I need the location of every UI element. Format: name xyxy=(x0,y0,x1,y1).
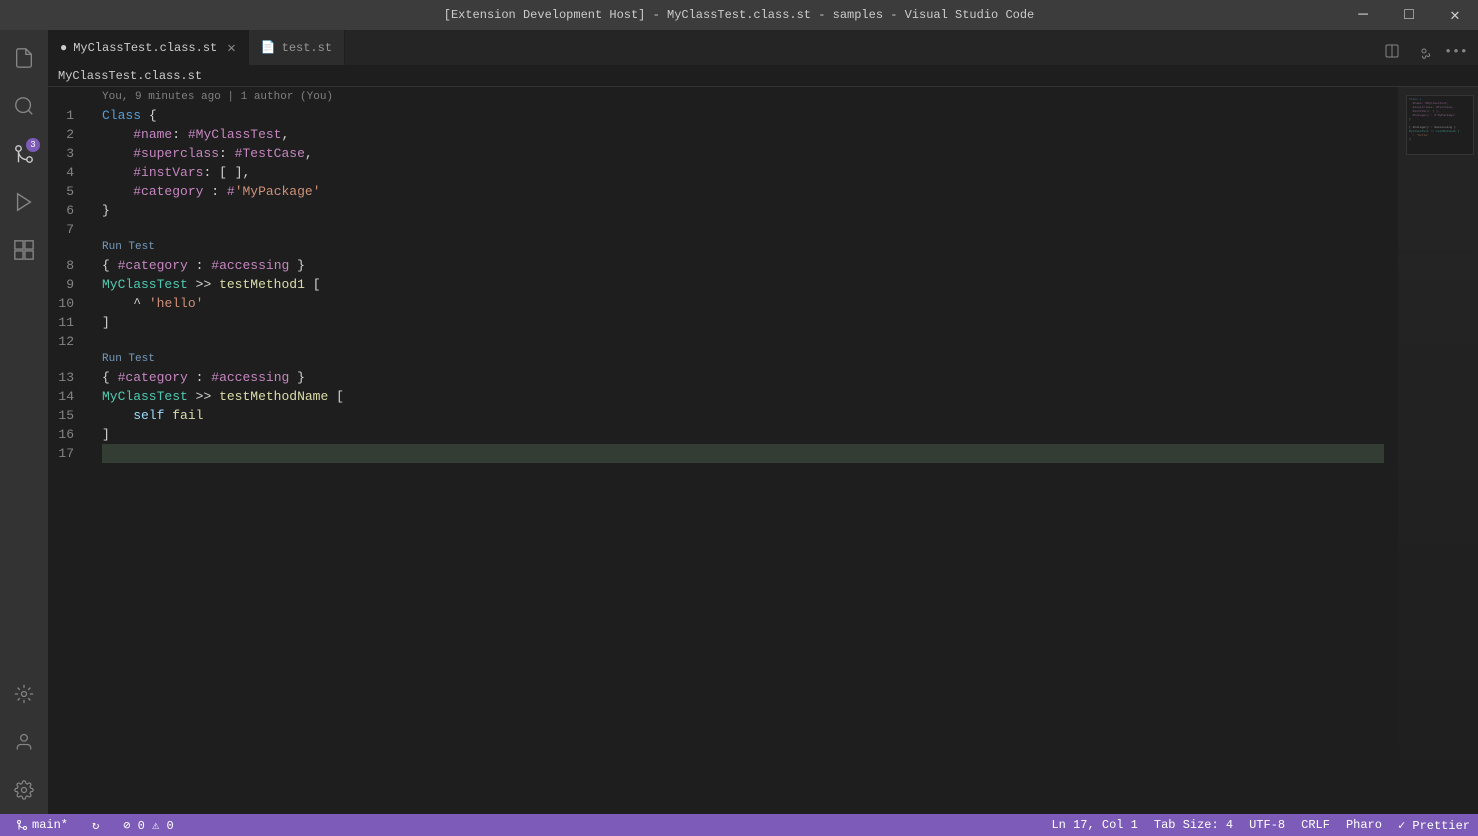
source-control-badge: 3 xyxy=(26,138,40,152)
tab-label-2: test.st xyxy=(282,41,332,55)
line-number-16: 16 xyxy=(48,425,86,444)
status-formatter[interactable]: ✓ Prettier xyxy=(1390,814,1478,836)
tab-close-1[interactable]: ✕ xyxy=(227,40,235,57)
status-position[interactable]: Ln 17, Col 1 xyxy=(1043,814,1145,836)
activity-icon-files[interactable] xyxy=(0,34,48,82)
line-number-2: 2 xyxy=(48,125,86,144)
code-line-1: Class { xyxy=(102,106,1384,125)
tab-size: Tab Size: 4 xyxy=(1154,818,1233,832)
code-line-7 xyxy=(102,220,1384,239)
minimize-button[interactable]: ─ xyxy=(1340,0,1386,30)
activity-icon-remote[interactable] xyxy=(0,670,48,718)
line-number-7: 7 xyxy=(48,220,86,239)
code-line-15: self fail xyxy=(102,406,1384,425)
minimap-preview: Class { #name: #MyClassTest, #superclass… xyxy=(1406,95,1474,155)
warnings-count: ⚠ 0 xyxy=(152,818,174,833)
tab-icon-1: ● xyxy=(60,41,67,55)
code-line-2: #name: #MyClassTest, xyxy=(102,125,1384,144)
line-number-5: 5 xyxy=(48,182,86,201)
status-sync[interactable]: ↻ xyxy=(84,814,107,836)
line-number-9: 9 xyxy=(48,275,86,294)
status-tab-size[interactable]: Tab Size: 4 xyxy=(1146,814,1241,836)
editor-area: ● MyClassTest.class.st ✕ 📄 test.st ••• xyxy=(48,30,1478,814)
activity-icon-debug[interactable] xyxy=(0,178,48,226)
branch-name: main* xyxy=(32,818,68,832)
tab-testst[interactable]: 📄 test.st xyxy=(249,30,345,65)
line-number-13: 13 xyxy=(48,368,86,387)
status-branch[interactable]: main* xyxy=(8,814,76,836)
status-right: Ln 17, Col 1 Tab Size: 4 UTF-8 CRLF Phar… xyxy=(1043,814,1478,836)
run-test-link[interactable]: Run Test xyxy=(102,239,1384,256)
code-line-4: #instVars: [ ], xyxy=(102,163,1384,182)
status-errors[interactable]: ⊘ 0 ⚠ 0 xyxy=(115,814,181,836)
line-number-14: 14 xyxy=(48,387,86,406)
line-number-15: 15 xyxy=(48,406,86,425)
split-editor-button[interactable] xyxy=(1378,37,1406,65)
activity-icon-account[interactable] xyxy=(0,718,48,766)
line-number-12: 12 xyxy=(48,332,86,351)
maximize-button[interactable]: □ xyxy=(1386,0,1432,30)
code-line-12 xyxy=(102,332,1384,351)
line-number-8: 8 xyxy=(48,256,86,275)
code-line-17 xyxy=(102,444,1384,463)
line-number-4: 4 xyxy=(48,163,86,182)
code-line-5: #category : #'MyPackage' xyxy=(102,182,1384,201)
code-line-10: ^ 'hello' xyxy=(102,294,1384,313)
code-line-9: MyClassTest >> testMethod1 [ xyxy=(102,275,1384,294)
activity-icon-settings[interactable] xyxy=(0,766,48,814)
line-number-6: 6 xyxy=(48,201,86,220)
line-ending: CRLF xyxy=(1301,818,1330,832)
status-encoding[interactable]: UTF-8 xyxy=(1241,814,1293,836)
code-line-14: MyClassTest >> testMethodName [ xyxy=(102,387,1384,406)
titlebar-controls: ─ □ ✕ xyxy=(1340,0,1478,30)
breadcrumb: MyClassTest.class.st xyxy=(48,65,1478,87)
code-line-6: } xyxy=(102,201,1384,220)
line-number-17: 17 xyxy=(48,444,86,463)
status-bar: main* ↻ ⊘ 0 ⚠ 0 Ln 17, Col 1 Tab Size: 4… xyxy=(0,814,1478,836)
line-number-1: 1 xyxy=(48,106,86,125)
line-number-3: 3 xyxy=(48,144,86,163)
activity-icon-search[interactable] xyxy=(0,82,48,130)
tab-myclasstest[interactable]: ● MyClassTest.class.st ✕ xyxy=(48,30,249,65)
status-line-ending[interactable]: CRLF xyxy=(1293,814,1338,836)
more-actions-button[interactable]: ••• xyxy=(1442,37,1470,65)
scrollbar-track[interactable] xyxy=(1384,87,1398,814)
titlebar: [Extension Development Host] - MyClassTe… xyxy=(0,0,1478,30)
toggle-settings-button[interactable] xyxy=(1410,37,1438,65)
cursor-position: Ln 17, Col 1 xyxy=(1051,818,1137,832)
code-line-13: { #category : #accessing } xyxy=(102,368,1384,387)
line-number-11: 11 xyxy=(48,313,86,332)
run-test-link[interactable]: Run Test xyxy=(102,351,1384,368)
close-button[interactable]: ✕ xyxy=(1432,0,1478,30)
code-line-3: #superclass: #TestCase, xyxy=(102,144,1384,163)
code-line-16: ] xyxy=(102,425,1384,444)
activity-bar: 3 xyxy=(0,30,48,814)
editor-content: 1234567891011121314151617 You, 9 minutes… xyxy=(48,87,1478,814)
code-line-8: { #category : #accessing } xyxy=(102,256,1384,275)
activity-icon-extensions[interactable] xyxy=(0,226,48,274)
sync-icon: ↻ xyxy=(92,818,99,833)
status-language[interactable]: Pharo xyxy=(1338,814,1390,836)
tab-bar: ● MyClassTest.class.st ✕ 📄 test.st ••• xyxy=(48,30,1478,65)
code-line-11: ] xyxy=(102,313,1384,332)
line-number-10: 10 xyxy=(48,294,86,313)
formatter: ✓ Prettier xyxy=(1398,818,1470,833)
errors-count: ⊘ 0 xyxy=(123,818,145,833)
titlebar-title: [Extension Development Host] - MyClassTe… xyxy=(444,8,1035,22)
app-body: 3 xyxy=(0,30,1478,814)
minimap-content: Class { #name: #MyClassTest, #superclass… xyxy=(1398,87,1478,814)
language: Pharo xyxy=(1346,818,1382,832)
minimap: Class { #name: #MyClassTest, #superclass… xyxy=(1398,87,1478,814)
tab-label-1: MyClassTest.class.st xyxy=(73,41,217,55)
code-area[interactable]: You, 9 minutes ago | 1 author (You)Class… xyxy=(98,87,1384,814)
tab-icon-2: 📄 xyxy=(261,40,276,55)
breadcrumb-file[interactable]: MyClassTest.class.st xyxy=(58,69,202,83)
author-hint: You, 9 minutes ago | 1 author (You) xyxy=(102,89,1384,106)
activity-icon-source-control[interactable]: 3 xyxy=(0,130,48,178)
status-left: main* ↻ ⊘ 0 ⚠ 0 xyxy=(0,814,190,836)
encoding: UTF-8 xyxy=(1249,818,1285,832)
line-numbers: 1234567891011121314151617 xyxy=(48,87,98,814)
